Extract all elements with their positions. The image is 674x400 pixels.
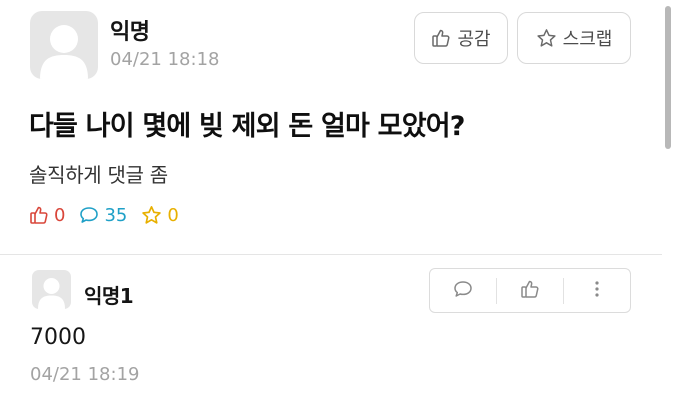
comment-actions <box>429 268 631 313</box>
scrap-button-label: 스크랩 <box>562 29 613 50</box>
post-stats: 0 35 0 <box>29 202 193 228</box>
scrap-count: 0 <box>141 204 179 226</box>
post-page: 익명 04/21 18:18 공감 스크랩 다들 나이 몇에 빚 제외 돈 얼마… <box>0 0 674 400</box>
scrap-button[interactable]: 스크랩 <box>517 12 631 64</box>
divider <box>0 254 662 255</box>
speech-bubble-icon <box>79 205 99 225</box>
speech-bubble-icon <box>453 279 473 303</box>
post-content: 솔직하게 댓글 좀 <box>29 163 168 187</box>
thumbs-up-icon <box>29 205 49 225</box>
star-icon <box>536 28 557 49</box>
comment-count: 35 <box>79 205 127 226</box>
thumbs-up-icon <box>520 279 540 303</box>
comment-avatar <box>32 270 71 309</box>
scrap-count-value: 0 <box>167 204 179 226</box>
comment-like-button[interactable] <box>497 269 563 312</box>
like-count: 0 <box>29 205 65 226</box>
comment-author: 익명1 <box>84 284 134 308</box>
thumbs-up-icon <box>431 28 451 48</box>
scrollbar[interactable] <box>665 6 671 149</box>
like-count-value: 0 <box>54 204 66 226</box>
avatar-icon <box>40 25 88 79</box>
comment-timestamp: 04/21 18:19 <box>30 364 140 385</box>
comment-count-value: 35 <box>104 204 128 226</box>
like-button-label: 공감 <box>457 29 491 50</box>
post-timestamp: 04/21 18:18 <box>110 49 220 70</box>
author-avatar <box>30 11 98 79</box>
post-title: 다들 나이 몇에 빚 제외 돈 얼마 모았어? <box>29 111 465 142</box>
more-vertical-icon <box>587 279 607 303</box>
star-icon <box>141 205 162 226</box>
avatar-icon <box>38 278 65 309</box>
comment-more-button[interactable] <box>564 269 630 312</box>
comment-text: 7000 <box>30 325 86 350</box>
post-author: 익명 <box>110 20 150 45</box>
reply-button[interactable] <box>430 269 496 312</box>
like-button[interactable]: 공감 <box>414 12 508 64</box>
